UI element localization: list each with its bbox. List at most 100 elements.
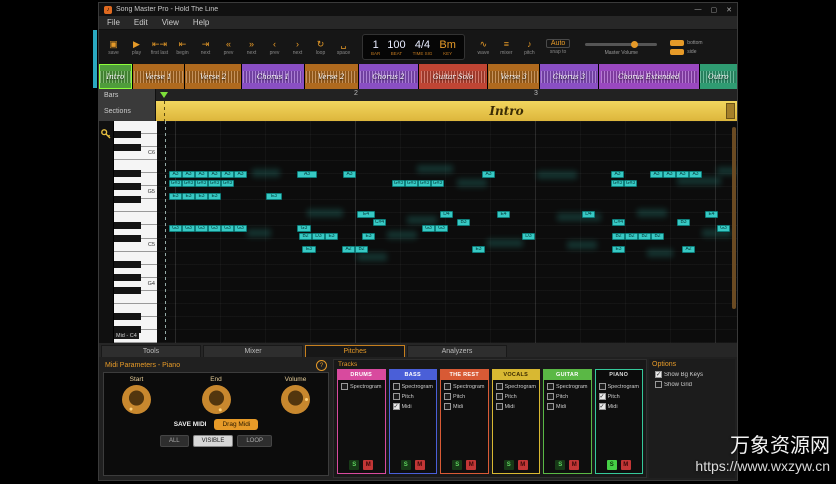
midi-note[interactable]: A3 <box>169 171 182 178</box>
piano-keyboard[interactable]: C6G5C5G4Mid - C4 <box>114 121 157 343</box>
checkbox-pitch[interactable] <box>496 393 503 400</box>
midi-note[interactable]: G#3 <box>182 180 195 187</box>
checkbox-spectrogram[interactable] <box>547 383 554 390</box>
tab-tools[interactable]: Tools <box>101 345 201 357</box>
option-row-midi[interactable]: ✓Midi <box>393 403 437 410</box>
next-section-button[interactable]: ⇥next <box>195 39 216 56</box>
midi-note[interactable]: E4 <box>705 211 718 218</box>
help-icon[interactable]: ? <box>316 360 327 371</box>
midi-note[interactable]: G3 <box>422 225 435 232</box>
master-volume-thumb[interactable] <box>631 41 638 48</box>
black-key[interactable] <box>114 222 141 229</box>
range-visible[interactable]: VISIBLE <box>193 435 234 447</box>
checkbox-midi[interactable] <box>547 403 554 410</box>
solo-button[interactable]: S <box>504 460 514 470</box>
current-section-bar[interactable]: Intro <box>156 101 737 121</box>
next-bar-button[interactable]: »next <box>241 39 262 56</box>
midi-note[interactable]: G3 <box>234 225 247 232</box>
mute-button[interactable]: M <box>621 460 631 470</box>
menu-view[interactable]: View <box>162 18 179 27</box>
midi-note[interactable]: E3 <box>266 193 282 200</box>
solo-button[interactable]: S <box>607 460 617 470</box>
checkbox-spectrogram[interactable] <box>444 383 451 390</box>
option-row-spectrogram[interactable]: Spectrogram <box>393 383 437 390</box>
option-row-pitch[interactable]: Pitch <box>444 393 488 400</box>
option-row-pitch[interactable]: Pitch <box>393 393 437 400</box>
section-outro[interactable]: Outro <box>700 64 737 89</box>
section-chorus-2[interactable]: Chorus 2 <box>359 64 419 89</box>
checkbox-midi[interactable] <box>444 403 451 410</box>
space-button[interactable]: ␣space <box>333 39 354 56</box>
midi-note[interactable]: B2 <box>625 233 638 240</box>
section-verse-1[interactable]: Verse 1 <box>133 64 184 89</box>
start-knob[interactable] <box>122 385 151 414</box>
black-key[interactable] <box>114 235 141 242</box>
midi-note[interactable]: G#3 <box>624 180 637 187</box>
option-row-spectrogram[interactable]: Spectrogram <box>496 383 540 390</box>
section-chorus-extended[interactable]: Chorus Extended <box>599 64 698 89</box>
bottom-panel-button[interactable]: bottom <box>670 40 702 46</box>
sections-label[interactable]: Sections <box>99 101 156 121</box>
midi-note[interactable]: G3 <box>195 225 208 232</box>
menu-edit[interactable]: Edit <box>134 18 148 27</box>
midi-note[interactable]: G3 <box>717 225 730 232</box>
option-row-midi[interactable]: Midi <box>444 403 488 410</box>
menu-help[interactable]: Help <box>193 18 209 27</box>
black-key[interactable] <box>114 287 141 294</box>
wave-button[interactable]: ∿wave <box>473 39 494 56</box>
section-guitar-solo[interactable]: Guitar Solo <box>419 64 487 89</box>
midi-note[interactable]: G#3 <box>221 180 234 187</box>
drag-midi-button[interactable]: Drag Midi <box>214 419 258 430</box>
black-key[interactable] <box>114 131 141 138</box>
midi-note[interactable]: A3 <box>663 171 676 178</box>
black-key[interactable] <box>114 261 141 268</box>
midi-note[interactable]: G#3 <box>418 180 431 187</box>
checkbox-midi[interactable]: ✓ <box>599 403 606 410</box>
prev-bar-button[interactable]: «prev <box>218 39 239 56</box>
tab-pitches[interactable]: Pitches <box>305 345 405 357</box>
midi-note[interactable]: E3 <box>169 193 182 200</box>
midi-note[interactable]: E3 <box>302 246 316 253</box>
midi-note[interactable]: A3 <box>343 171 356 178</box>
mute-button[interactable]: M <box>466 460 476 470</box>
option-row-midi[interactable]: Midi <box>496 403 540 410</box>
first-last-button[interactable]: ⇤⇥first last <box>149 39 170 56</box>
range-loop[interactable]: LOOP <box>237 435 272 447</box>
midi-note[interactable]: A3 <box>195 171 208 178</box>
midi-note[interactable]: G3 <box>208 225 221 232</box>
midi-note[interactable]: B2 <box>299 233 312 240</box>
midi-note[interactable]: A3 <box>221 171 234 178</box>
option-row-midi[interactable]: ✓Midi <box>599 403 643 410</box>
checkbox-show-grid[interactable] <box>655 381 662 388</box>
section-verse-3[interactable]: Verse 3 <box>488 64 539 89</box>
mute-button[interactable]: M <box>363 460 373 470</box>
option-row-midi[interactable]: Midi <box>547 403 591 410</box>
black-key[interactable] <box>114 313 141 320</box>
midi-note[interactable]: D4 <box>440 211 453 218</box>
midi-note[interactable]: A3 <box>482 171 495 178</box>
midi-note[interactable]: A3 <box>297 171 317 178</box>
section-verse-2[interactable]: Verse 2 <box>305 64 358 89</box>
checkbox-pitch[interactable] <box>547 393 554 400</box>
midi-note[interactable]: E4 <box>357 211 375 218</box>
midi-note[interactable]: A2 <box>342 246 355 253</box>
midi-note[interactable]: E3 <box>472 246 485 253</box>
checkbox-spectrogram[interactable] <box>599 383 606 390</box>
solo-button[interactable]: S <box>555 460 565 470</box>
midi-note[interactable]: G#3 <box>169 180 182 187</box>
midi-note[interactable]: G#3 <box>431 180 444 187</box>
option-row-pitch[interactable]: Pitch <box>496 393 540 400</box>
tab-analyzers[interactable]: Analyzers <box>407 345 507 357</box>
mute-button[interactable]: M <box>518 460 528 470</box>
checkbox-show-bg-keys[interactable]: ✓ <box>655 371 662 378</box>
midi-note[interactable]: A3 <box>650 171 663 178</box>
playhead-marker[interactable] <box>160 92 168 98</box>
midi-note[interactable]: B2 <box>638 233 651 240</box>
midi-note[interactable]: A3 <box>182 171 195 178</box>
maximize-button[interactable]: ▢ <box>711 6 718 14</box>
midi-note[interactable]: G3 <box>297 225 311 232</box>
midi-note[interactable]: G3 <box>221 225 234 232</box>
option-row-spectrogram[interactable]: Spectrogram <box>599 383 643 390</box>
mixer-button[interactable]: ≡mixer <box>496 39 517 56</box>
option-row-pitch[interactable]: Pitch <box>547 393 591 400</box>
